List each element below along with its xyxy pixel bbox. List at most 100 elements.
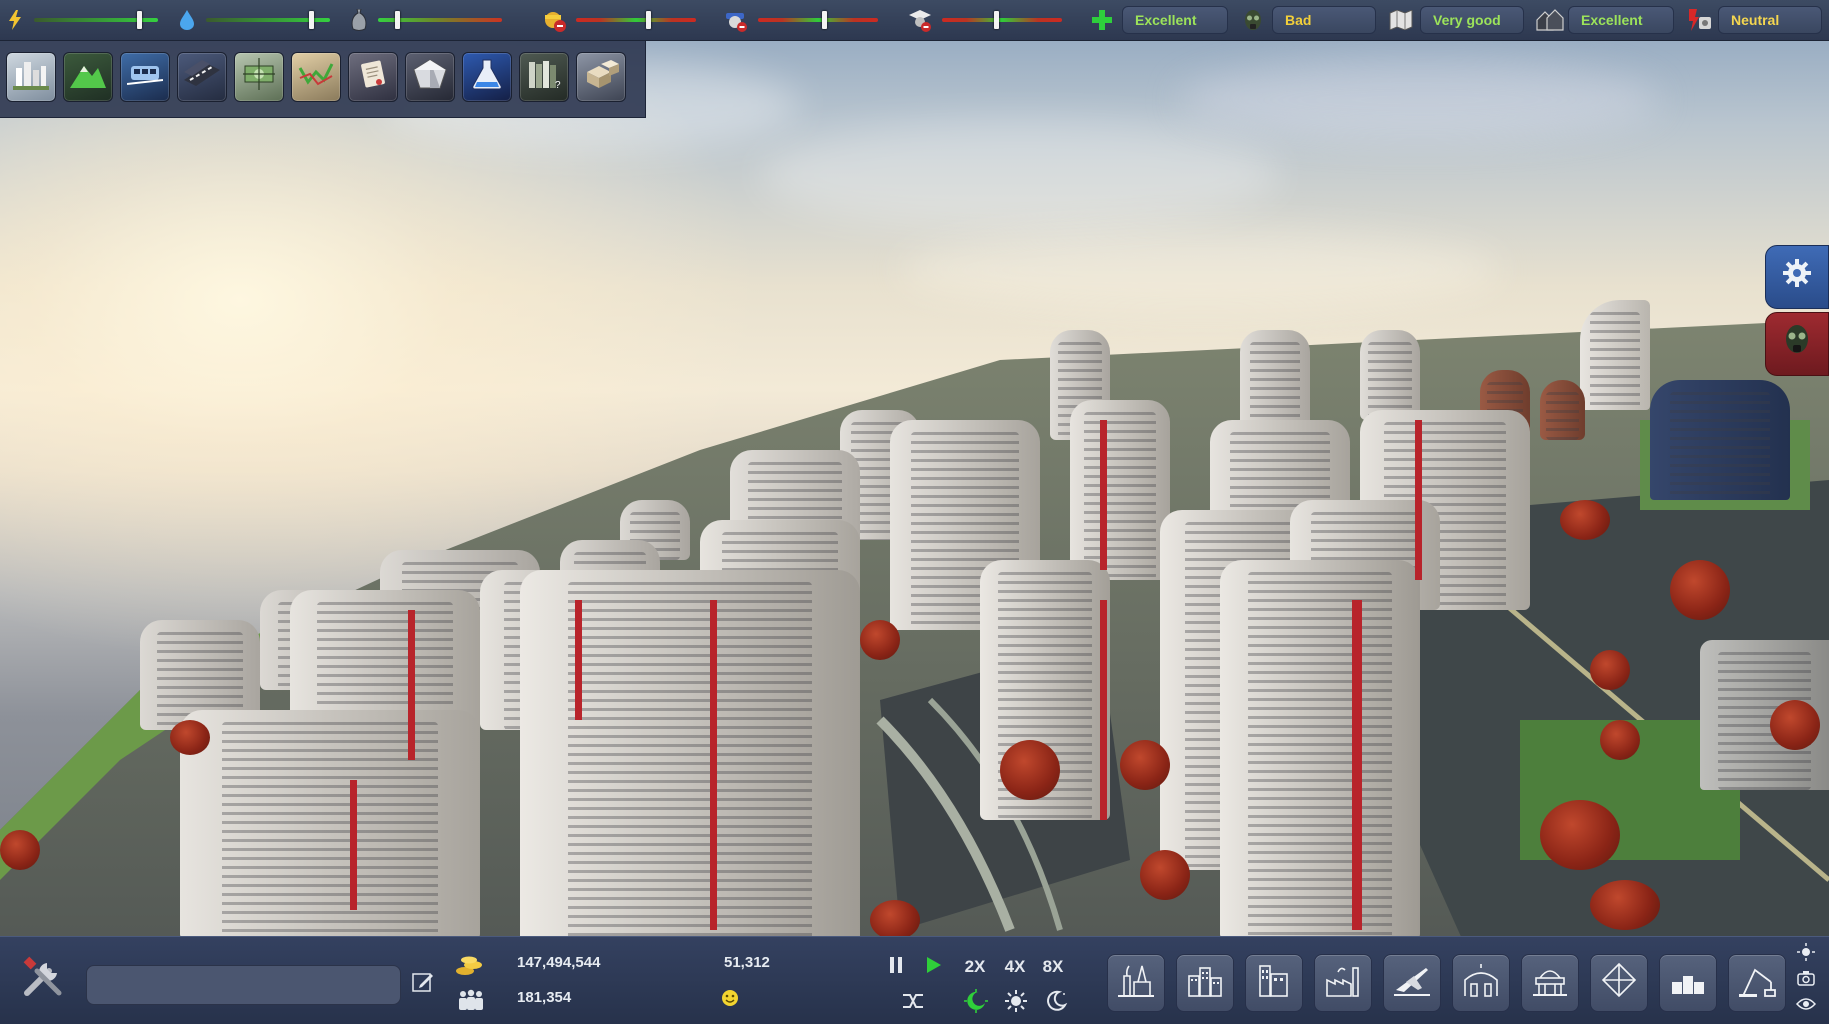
policies-button[interactable] xyxy=(348,52,398,102)
city-overview-button[interactable] xyxy=(6,52,56,102)
finance-button[interactable] xyxy=(234,52,284,102)
speed-4x-button[interactable]: 4X xyxy=(998,955,1032,979)
police-coverage-thumb xyxy=(822,11,827,29)
tourism-status[interactable]: Very good xyxy=(1420,6,1524,34)
bottom-bar: 147,494,544 181,354 51,312 2X 4X 8X xyxy=(0,936,1829,1024)
storage-button[interactable] xyxy=(576,52,626,102)
houses-icon xyxy=(1534,6,1566,34)
firefighter-icon xyxy=(540,6,568,34)
roads-button[interactable] xyxy=(177,52,227,102)
industrial-icon xyxy=(1323,962,1363,1005)
police-coverage-meter xyxy=(758,18,878,22)
police-icon xyxy=(722,6,750,34)
power-supply-thumb xyxy=(137,11,143,29)
money-value: 147,494,544 xyxy=(517,954,601,971)
build-residential-button[interactable] xyxy=(1176,954,1234,1012)
tools-icon xyxy=(19,953,67,1011)
night-button[interactable] xyxy=(1042,989,1070,1017)
garbage-bag-icon xyxy=(348,7,370,33)
roads-icon xyxy=(184,58,220,96)
speed-2x-button[interactable]: 2X xyxy=(958,955,992,979)
gem-icon xyxy=(412,58,448,96)
city-viewport[interactable] xyxy=(0,0,1829,1024)
power-plant-icon xyxy=(1116,962,1156,1005)
tools-button[interactable] xyxy=(16,955,70,1009)
weather-button[interactable] xyxy=(1795,942,1817,966)
terrain-button[interactable] xyxy=(63,52,113,102)
resources-button[interactable] xyxy=(405,52,455,102)
crime-status[interactable]: Neutral xyxy=(1718,6,1822,34)
library-button[interactable]: ? xyxy=(519,52,569,102)
scroll-icon xyxy=(355,58,391,96)
build-commercial-button[interactable] xyxy=(1245,954,1303,1012)
education-coverage-meter xyxy=(942,18,1062,22)
airport-icon xyxy=(1392,962,1432,1005)
water-supply-thumb xyxy=(309,11,315,29)
books-icon: ? xyxy=(526,58,562,96)
smiley-icon xyxy=(720,988,740,1008)
play-button[interactable] xyxy=(922,955,946,979)
commercial-icon xyxy=(1254,962,1294,1005)
view-mode-button[interactable] xyxy=(1795,995,1817,1017)
moon-sun-icon xyxy=(964,988,988,1018)
bulldoze-button[interactable] xyxy=(1728,954,1786,1012)
crane-icon xyxy=(1737,962,1777,1005)
build-industrial-button[interactable] xyxy=(1314,954,1372,1012)
fire-coverage-thumb xyxy=(646,11,651,29)
graduate-icon xyxy=(906,6,934,34)
speed-8x-button[interactable]: 8X xyxy=(1036,955,1070,979)
pollution-status[interactable]: Bad xyxy=(1272,6,1376,34)
city-name-input[interactable] xyxy=(86,965,401,1005)
sun-icon xyxy=(1004,989,1028,1018)
research-button[interactable] xyxy=(462,52,512,102)
camera-icon xyxy=(1797,970,1815,991)
medical-cross-icon xyxy=(1090,8,1114,32)
services-icon xyxy=(1461,962,1501,1005)
day-button[interactable] xyxy=(1002,989,1030,1017)
map-icon xyxy=(1388,7,1414,33)
gear-icon xyxy=(1782,258,1812,296)
residential-icon xyxy=(1185,962,1225,1005)
build-landmarks-button[interactable] xyxy=(1521,954,1579,1012)
graphs-button[interactable] xyxy=(291,52,341,102)
waste-thumb xyxy=(394,11,400,29)
landmark-icon xyxy=(1530,962,1570,1005)
pencil-icon xyxy=(412,971,434,998)
coins-icon xyxy=(455,955,485,977)
city-status-bar: Excellent Bad Very good Excellent Neutra… xyxy=(0,0,1829,41)
play-icon xyxy=(926,956,942,979)
pyramid-icon xyxy=(1599,962,1639,1005)
day-night-auto-button[interactable] xyxy=(962,988,990,1018)
transport-icon xyxy=(126,58,164,96)
education-coverage-thumb xyxy=(994,11,999,29)
crime-icon xyxy=(1684,6,1714,34)
terrain-icon xyxy=(70,58,106,96)
transport-button[interactable] xyxy=(120,52,170,102)
graph-icon xyxy=(298,58,334,96)
build-parks-button[interactable] xyxy=(1590,954,1648,1012)
screenshot-button[interactable] xyxy=(1795,969,1817,991)
shuffle-button[interactable] xyxy=(900,991,926,1015)
income-value: 51,312 xyxy=(724,954,770,971)
build-power-button[interactable] xyxy=(1107,954,1165,1012)
population-icon xyxy=(455,989,487,1011)
build-airport-button[interactable] xyxy=(1383,954,1441,1012)
disaster-button[interactable] xyxy=(1765,312,1829,376)
build-services-button[interactable] xyxy=(1452,954,1510,1012)
city-overview-icon xyxy=(13,58,49,96)
category-toolbar: ? xyxy=(0,41,646,118)
lightning-icon xyxy=(4,8,26,32)
gas-mask-icon xyxy=(1783,324,1811,364)
pause-button[interactable] xyxy=(884,955,908,979)
housing-status[interactable]: Excellent xyxy=(1568,6,1674,34)
build-storage-button[interactable] xyxy=(1659,954,1717,1012)
health-status[interactable]: Excellent xyxy=(1122,6,1228,34)
moon-icon xyxy=(1044,989,1068,1018)
population-value: 181,354 xyxy=(517,989,572,1006)
fire-coverage-meter xyxy=(576,18,696,22)
sun-icon xyxy=(1797,942,1815,966)
flask-icon xyxy=(469,58,505,96)
pause-icon xyxy=(889,956,903,979)
settings-button[interactable] xyxy=(1765,245,1829,309)
edit-name-button[interactable] xyxy=(410,971,436,997)
